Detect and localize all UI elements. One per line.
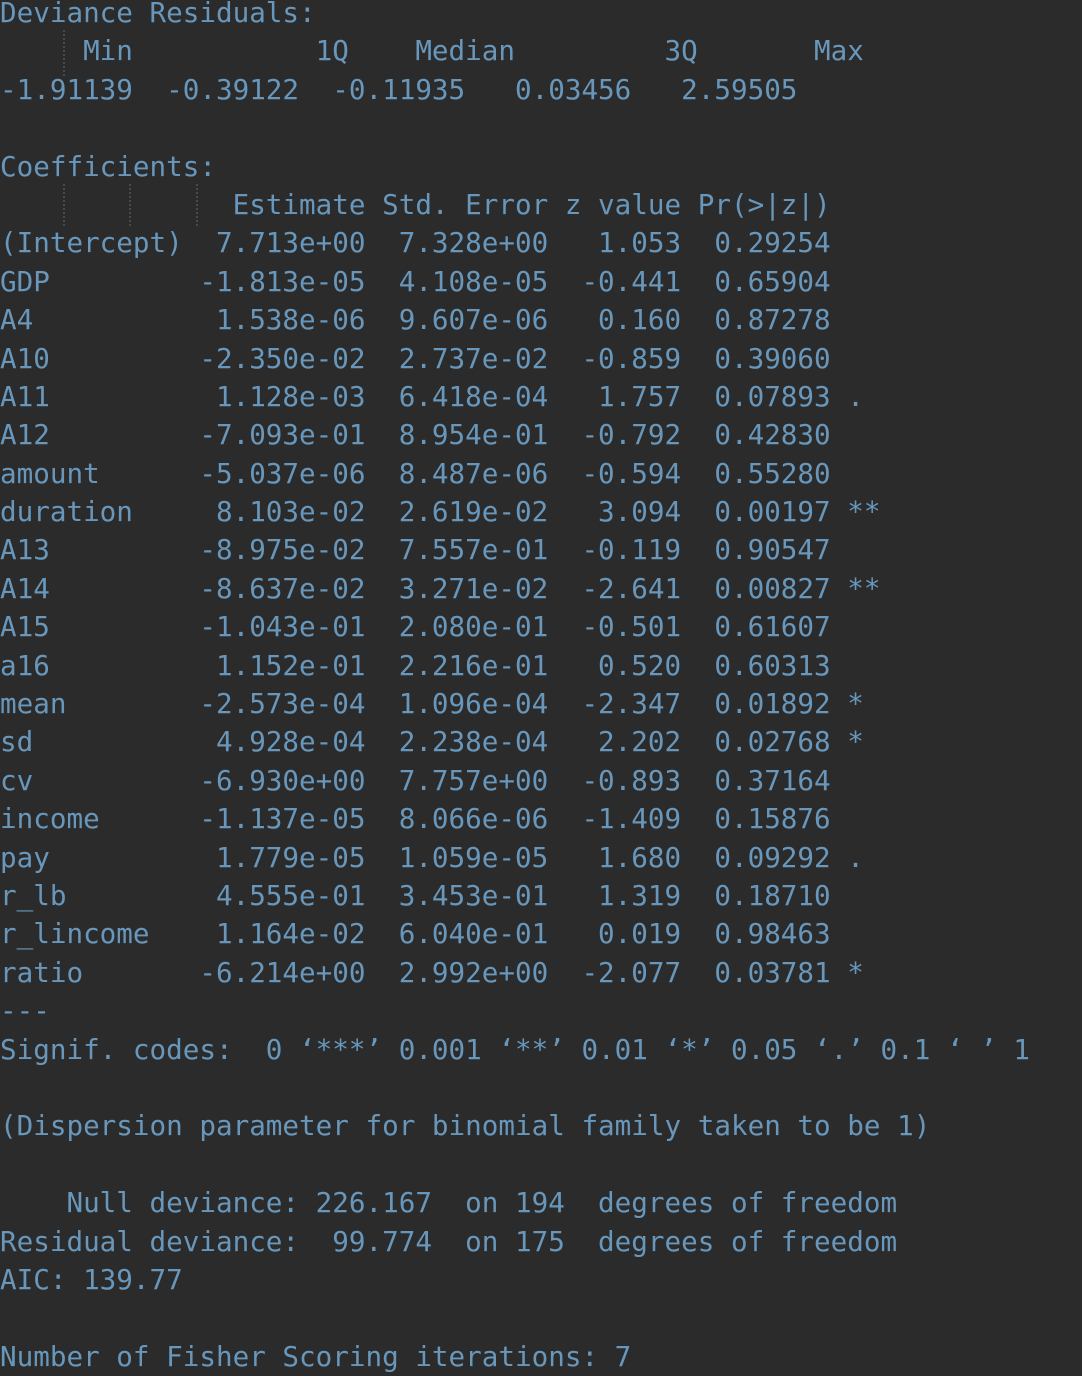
- console-line: r_lincome 1.164e-02 6.040e-01 0.019 0.98…: [0, 917, 831, 951]
- console-line: Deviance Residuals:: [0, 0, 316, 29]
- console-line: A11 1.128e-03 6.418e-04 1.757 0.07893 .: [0, 379, 864, 413]
- console-line: ---: [0, 994, 50, 1028]
- console-line: Residual deviance: 99.774 on 175 degrees…: [0, 1224, 898, 1258]
- r-console-output: Deviance Residuals: Min 1Q Median 3Q Max…: [0, 0, 1082, 1373]
- console-line: A4 1.538e-06 9.607e-06 0.160 0.87278: [0, 303, 831, 337]
- console-text-block: Deviance Residuals: Min 1Q Median 3Q Max…: [0, 0, 1082, 1376]
- console-line: Min 1Q Median 3Q Max: [0, 34, 864, 68]
- console-line: income -1.137e-05 8.066e-06 -1.409 0.158…: [0, 802, 831, 836]
- console-line: GDP -1.813e-05 4.108e-05 -0.441 0.65904: [0, 264, 831, 298]
- console-line: ratio -6.214e+00 2.992e+00 -2.077 0.0378…: [0, 955, 864, 989]
- console-line: Estimate Std. Error z value Pr(>|z|): [0, 187, 831, 221]
- console-line: A15 -1.043e-01 2.080e-01 -0.501 0.61607: [0, 610, 831, 644]
- console-line: cv -6.930e+00 7.757e+00 -0.893 0.37164: [0, 763, 831, 797]
- console-line: a16 1.152e-01 2.216e-01 0.520 0.60313: [0, 648, 831, 682]
- console-line: amount -5.037e-06 8.487e-06 -0.594 0.552…: [0, 456, 831, 490]
- console-line: mean -2.573e-04 1.096e-04 -2.347 0.01892…: [0, 687, 864, 721]
- console-line: sd 4.928e-04 2.238e-04 2.202 0.02768 *: [0, 725, 864, 759]
- console-line: pay 1.779e-05 1.059e-05 1.680 0.09292 .: [0, 840, 864, 874]
- console-line: A10 -2.350e-02 2.737e-02 -0.859 0.39060: [0, 341, 831, 375]
- console-line: A13 -8.975e-02 7.557e-01 -0.119 0.90547: [0, 533, 831, 567]
- console-line: r_lb 4.555e-01 3.453e-01 1.319 0.18710: [0, 878, 831, 912]
- console-line: Coefficients:: [0, 149, 216, 183]
- console-line: Null deviance: 226.167 on 194 degrees of…: [0, 1186, 898, 1220]
- console-line: Number of Fisher Scoring iterations: 7: [0, 1339, 632, 1373]
- console-line: -1.91139 -0.39122 -0.11935 0.03456 2.595…: [0, 72, 798, 106]
- console-line: AIC: 139.77: [0, 1262, 183, 1296]
- console-line: (Intercept) 7.713e+00 7.328e+00 1.053 0.…: [0, 226, 831, 260]
- console-line: (Dispersion parameter for binomial famil…: [0, 1109, 931, 1143]
- console-line: duration 8.103e-02 2.619e-02 3.094 0.001…: [0, 495, 881, 529]
- console-line: A12 -7.093e-01 8.954e-01 -0.792 0.42830: [0, 418, 831, 452]
- console-line: A14 -8.637e-02 3.271e-02 -2.641 0.00827 …: [0, 571, 881, 605]
- console-line: Signif. codes: 0 ‘***’ 0.001 ‘**’ 0.01 ‘…: [0, 1032, 1030, 1066]
